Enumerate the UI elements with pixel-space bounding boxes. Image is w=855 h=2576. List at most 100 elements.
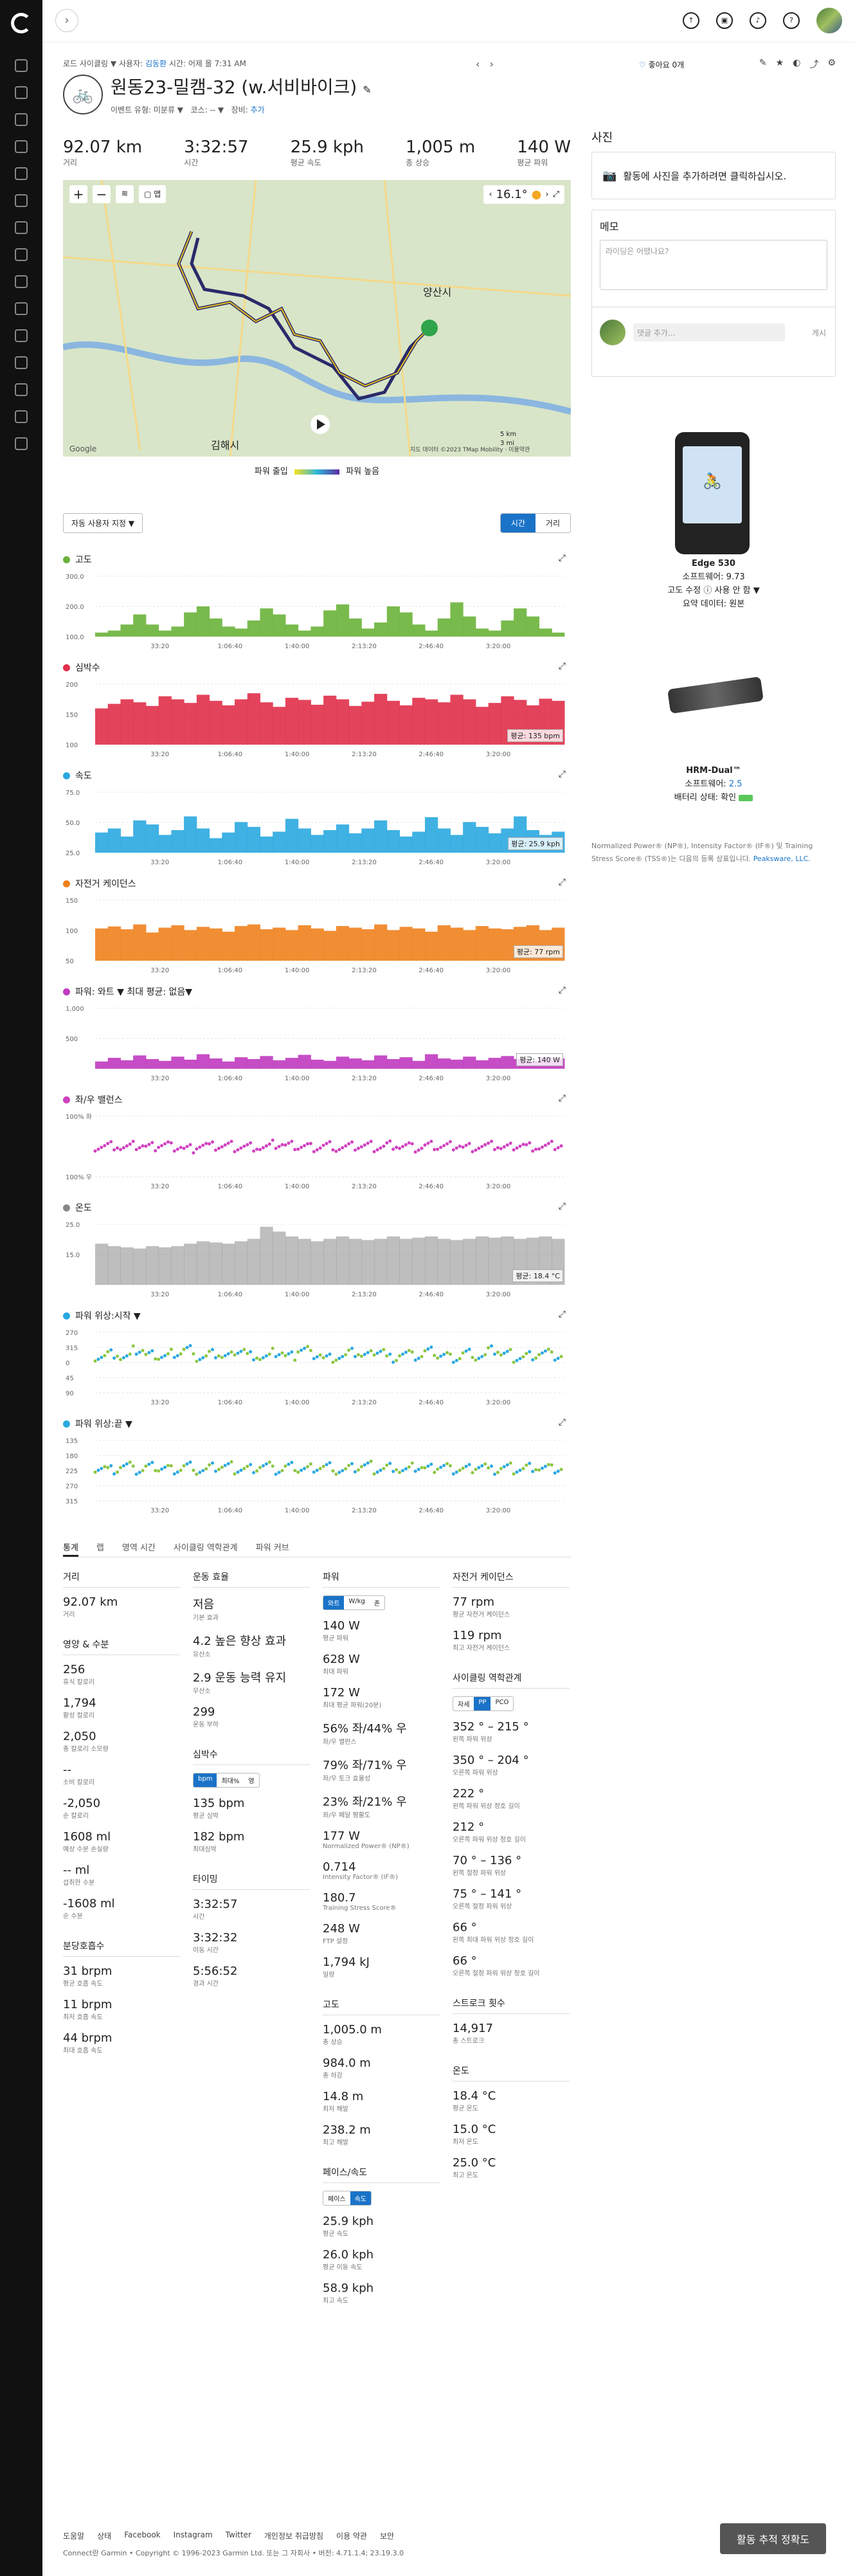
badges-icon[interactable] (15, 356, 28, 369)
chart-plot[interactable]: 150 100 50 33:20 1:06:40 1:40:00 2:13:20 2:46:4… (63, 895, 571, 975)
edit-pencil-icon[interactable]: ✎ (363, 84, 371, 96)
unit-toggle-option[interactable]: W/kg (344, 1596, 369, 1610)
tab-stats[interactable]: 통계 (63, 1536, 78, 1557)
peaksware-link[interactable]: Peaksware, LLC. (753, 855, 811, 863)
help-icon[interactable] (15, 437, 28, 450)
unit-toggle-option[interactable]: bpm (194, 1773, 217, 1787)
unit-toggle-option[interactable]: 존 (370, 1596, 384, 1610)
add-photo-prompt[interactable]: 활동에 사진을 추가하려면 클릭하십시오. (623, 169, 786, 183)
expand-chart-icon[interactable]: ⤢ (559, 877, 566, 887)
footer-link[interactable]: 상태 (97, 2530, 111, 2541)
post-comment-button[interactable]: 게시 (812, 327, 826, 338)
unit-toggle-option[interactable]: 영 (244, 1773, 258, 1787)
activity-type-label[interactable]: 로드 사이클링 (63, 59, 108, 68)
temp-next-icon[interactable]: › (545, 190, 548, 199)
unit-toggle-option[interactable]: 페이스 (323, 2191, 350, 2205)
expand-sidebar-button[interactable]: › (55, 9, 78, 32)
notification-bell-icon[interactable]: ♪ (750, 12, 766, 29)
chart-plot[interactable]: 1,000 500 33:20 1:06:40 1:40:00 2:13:20 2:46:4… (63, 1003, 571, 1083)
chart-title[interactable]: 파워 위상:끝 ▼ (63, 1417, 571, 1430)
chart-plot[interactable]: 100% 좌 100% 우 33:20 1:06:40 1:40:00 2:13:20 2:… (63, 1111, 571, 1191)
activity-accuracy-button[interactable]: 활동 추적 정확도 (720, 2523, 827, 2554)
unit-toggle-option[interactable]: PP (474, 1697, 491, 1710)
chart-plot[interactable]: 135 180 225 270 315 33:20 1:06:40 1:40:00 2:13:2… (63, 1435, 571, 1515)
unit-toggle-option[interactable]: 속도 (350, 2191, 372, 2205)
cloud-upload-icon[interactable]: ↑ (683, 12, 699, 29)
chart-customize-select[interactable]: 자동 사용자 지정 ▼ (63, 513, 143, 533)
unit-toggle-option[interactable]: PCO (491, 1697, 513, 1710)
notes-textarea[interactable]: 라이딩은 어땠나요? (600, 240, 827, 290)
chart-title[interactable]: 심박수 (63, 661, 571, 674)
expand-chart-icon[interactable]: ⤢ (559, 1093, 566, 1103)
chart-title[interactable]: 고도 (63, 553, 571, 566)
expand-chart-icon[interactable]: ⤢ (559, 769, 566, 779)
user-avatar[interactable] (816, 8, 842, 33)
chart-title[interactable]: 파워: 와트 ▼ 최대 평균: 없음▼ (63, 985, 571, 998)
activity-title-text[interactable]: 원동23-밀캠-32 (w.서비바이크) (111, 77, 357, 98)
trophy-icon[interactable] (15, 383, 28, 396)
footer-link[interactable]: 개인정보 취급방침 (264, 2530, 323, 2541)
event-type-dropdown[interactable]: 이벤트 유형: 미분류 ▼ (111, 105, 183, 114)
toggle-time[interactable]: 시간 (500, 514, 536, 532)
route-map[interactable]: 양산시 김해시 Google 지도 데이터 ©2023 TMap Mobilit… (63, 180, 571, 457)
chart-plot[interactable]: 25.0 15.0 33:20 1:06:40 1:40:00 2:13:20 2:46:4… (63, 1219, 571, 1299)
temp-prev-icon[interactable]: ‹ (489, 190, 492, 199)
footer-link[interactable]: Instagram (174, 2530, 213, 2541)
chart-plot[interactable]: 75.0 50.0 25.0 33:20 1:06:40 1:40:00 2:13:20 2:… (63, 787, 571, 867)
footer-link[interactable]: 이용 약관 (336, 2530, 367, 2541)
footer-link[interactable]: Facebook (124, 2530, 160, 2541)
chart-title[interactable]: 속도 (63, 769, 571, 782)
expand-chart-icon[interactable]: ⤢ (559, 553, 566, 563)
zoom-in-button[interactable]: + (69, 185, 87, 203)
tab-cycling-dynamics[interactable]: 사이클링 역학관계 (174, 1536, 238, 1557)
expand-chart-icon[interactable]: ⤢ (559, 1417, 566, 1428)
unit-toggle-option[interactable]: 와트 (323, 1596, 345, 1610)
chart-plot[interactable]: 270 315 0 45 90 33:20 1:06:40 1:40:00 2:13:20 2:4… (63, 1327, 571, 1407)
zoom-out-button[interactable]: − (93, 185, 111, 203)
settings-icon[interactable] (15, 410, 28, 423)
prev-next-arrows[interactable]: ‹ › (476, 58, 494, 70)
activities-icon[interactable] (15, 86, 28, 99)
activity-type-dropdown[interactable]: ▼ (111, 59, 116, 68)
reports-icon[interactable] (15, 140, 28, 153)
tab-laps[interactable]: 랩 (96, 1536, 104, 1557)
chart-plot[interactable]: 200 150 100 33:20 1:06:40 1:40:00 2:13:20 2:46:… (63, 679, 571, 759)
health-icon[interactable] (15, 194, 28, 207)
share-icon[interactable]: ⤴ (809, 58, 818, 71)
training-icon[interactable] (15, 167, 28, 180)
star-icon[interactable]: ★ (776, 58, 784, 71)
unit-toggle-option[interactable]: 최대% (217, 1773, 244, 1787)
toggle-distance[interactable]: 거리 (536, 514, 570, 532)
add-photo-card[interactable]: 📷 활동에 사진을 추가하려면 클릭하십시오. (591, 152, 836, 199)
garmin-logo-icon[interactable] (11, 13, 32, 33)
privacy-icon[interactable]: ◐ (793, 58, 800, 71)
fullscreen-icon[interactable]: ⤢ (553, 190, 559, 199)
footer-link[interactable]: 도움말 (63, 2530, 84, 2541)
add-gear-link[interactable]: 추가 (251, 105, 265, 114)
connections-icon[interactable] (15, 221, 28, 234)
expand-chart-icon[interactable]: ⤢ (559, 1201, 566, 1211)
tab-power-curve[interactable]: 파워 커브 (256, 1536, 289, 1557)
user-link[interactable]: 김동환 (145, 59, 166, 68)
gear-icon[interactable] (15, 329, 28, 342)
chart-plot[interactable]: 300.0 200.0 100.0 33:20 1:06:40 1:40:00 2:13:2… (63, 571, 571, 651)
footer-link[interactable]: 보안 (380, 2530, 394, 2541)
map-type-button[interactable]: ▢ 맵 (139, 185, 166, 203)
chart-title[interactable]: 파워 위상:시작 ▼ (63, 1309, 571, 1322)
dashboard-icon[interactable] (15, 59, 28, 72)
calendar-icon[interactable] (15, 113, 28, 126)
chart-title[interactable]: 자전거 케이던스 (63, 877, 571, 890)
expand-chart-icon[interactable]: ⤢ (559, 661, 566, 671)
gear-icon[interactable]: ⚙ (827, 58, 836, 71)
unit-toggle-option[interactable]: 자세 (453, 1697, 474, 1710)
performance-icon[interactable] (15, 248, 28, 261)
expand-chart-icon[interactable]: ⤢ (559, 1309, 566, 1320)
chart-title[interactable]: 온도 (63, 1201, 571, 1214)
like-button[interactable]: ♡ 좋아요 0개 (639, 59, 684, 70)
elevation-correction-dropdown[interactable]: 고도 수정 ⓘ 사용 안 함 ▼ (591, 584, 836, 597)
groups-icon[interactable] (15, 302, 28, 315)
expand-chart-icon[interactable]: ⤢ (559, 985, 566, 995)
software-version-link[interactable]: 2.5 (729, 779, 742, 789)
edit-icon[interactable]: ✎ (759, 58, 767, 71)
activity-title[interactable]: 원동23-밀캠-32 (w.서비바이크) ✎ (111, 73, 372, 99)
